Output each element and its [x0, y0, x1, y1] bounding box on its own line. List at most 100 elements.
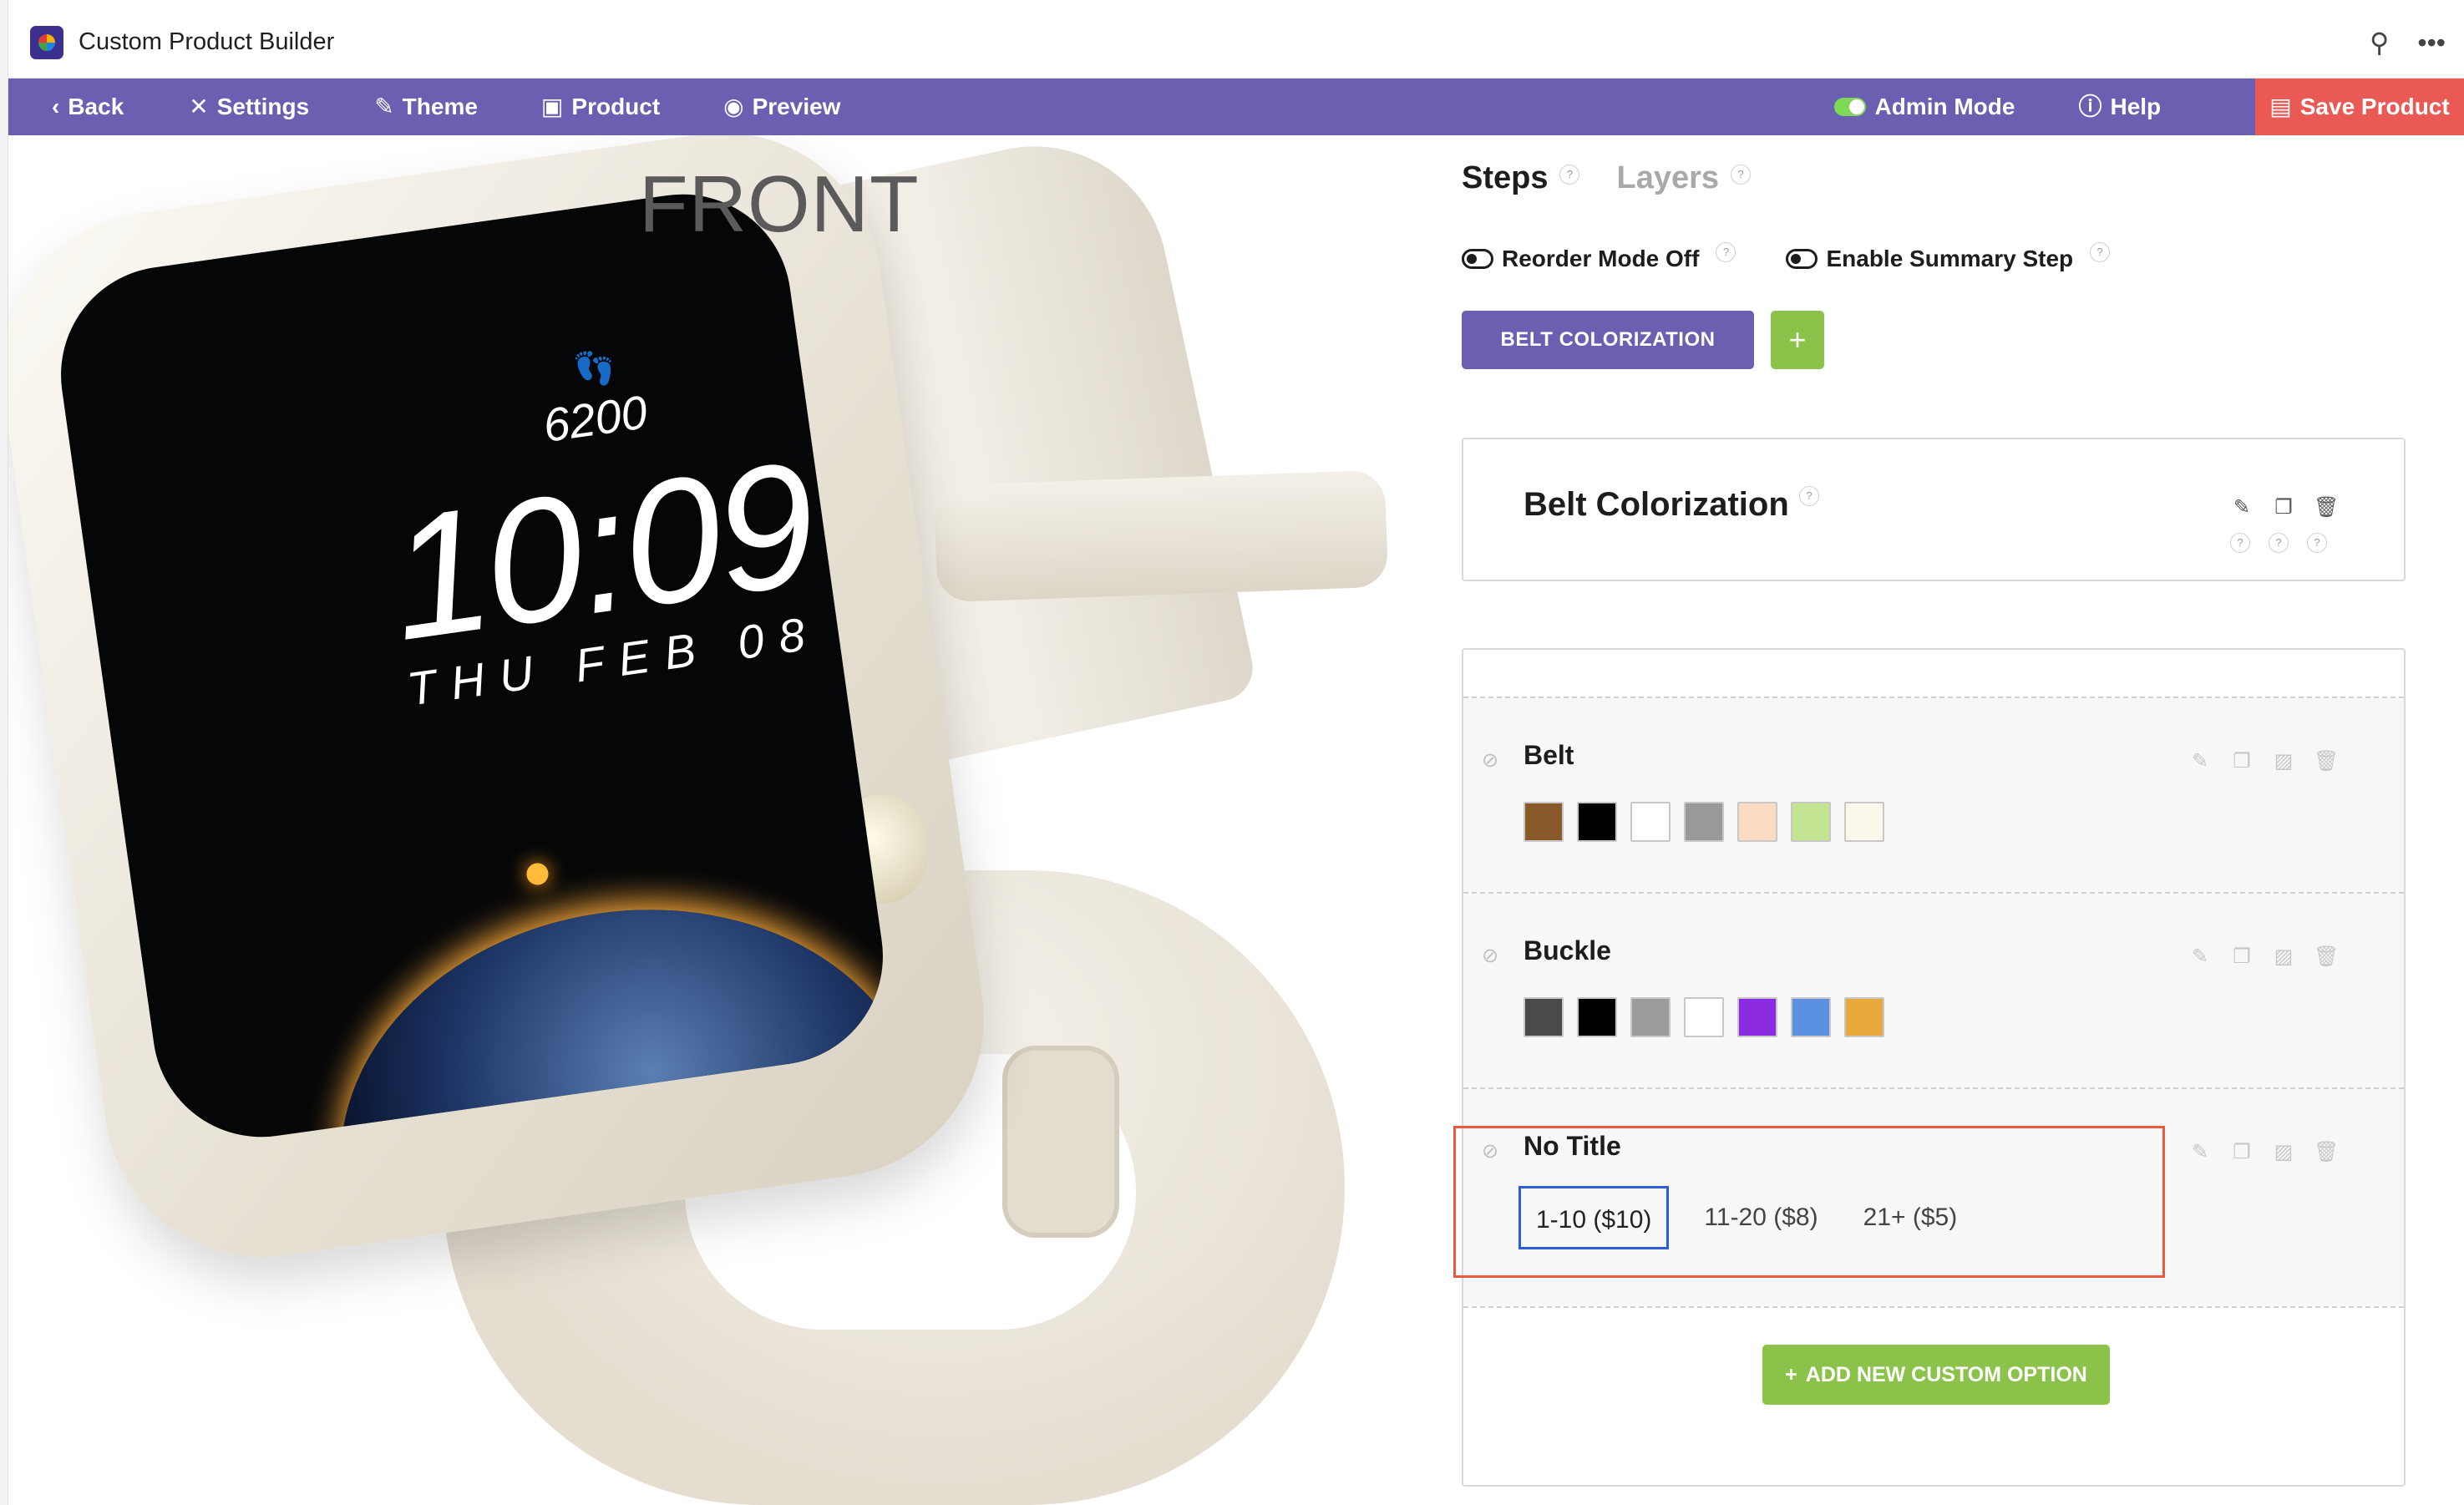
visibility-off-icon[interactable]: ⊘	[1482, 1139, 1498, 1163]
color-swatch[interactable]	[1577, 997, 1617, 1037]
color-swatch[interactable]	[1791, 997, 1831, 1037]
plus-icon: +	[1785, 1362, 1797, 1386]
settings-button[interactable]: ✕ Settings	[189, 79, 309, 135]
color-swatch[interactable]	[1577, 802, 1617, 842]
window-titlebar: Custom Product Builder ⚲ •••	[8, 7, 2464, 79]
help-icon[interactable]: ?	[2269, 533, 2289, 553]
image-icon[interactable]: ▨	[2272, 1141, 2295, 1164]
reorder-mode-toggle[interactable]: Reorder Mode Off	[1462, 246, 1699, 272]
preview-button[interactable]: ◉ Preview	[723, 79, 840, 135]
color-swatch[interactable]	[1737, 997, 1777, 1037]
belt-swatches	[1524, 802, 1884, 842]
duplicate-icon[interactable]: ❐	[2230, 945, 2254, 969]
help-icon[interactable]: ?	[2230, 533, 2250, 553]
visibility-off-icon[interactable]: ⊘	[1482, 748, 1498, 773]
tab-steps[interactable]: Steps	[1462, 160, 1548, 196]
save-icon: ▤	[2269, 94, 2292, 119]
color-swatch[interactable]	[1524, 997, 1564, 1037]
help-icon: ⓘ	[2078, 94, 2102, 119]
product-label: Product	[571, 94, 661, 119]
pin-icon[interactable]: ⚲	[2370, 29, 2389, 56]
help-icon[interactable]: ?	[2090, 242, 2111, 262]
app-logo-icon	[30, 25, 63, 59]
delete-icon[interactable]: 🗑	[2314, 945, 2339, 969]
toggle-off-icon	[1462, 249, 1493, 269]
image-icon[interactable]: ▨	[2272, 750, 2295, 773]
more-icon[interactable]: •••	[2417, 29, 2446, 56]
product-canvas[interactable]: 👣 6200 10:09 THU FEB 08 FRONT	[8, 135, 1428, 1505]
visibility-off-icon[interactable]: ⊘	[1482, 944, 1498, 968]
builder-panel: Steps ? Layers ? Reorder Mode Off ? Enab…	[1453, 135, 2422, 1505]
color-swatch[interactable]	[1630, 802, 1671, 842]
option-no-title[interactable]: ⊘ No Title ✎ ❐ ▨ 🗑 1-10 ($10) 11-20 ($8)…	[1453, 1087, 2404, 1306]
help-label: Help	[2110, 94, 2162, 119]
color-swatch[interactable]	[1844, 997, 1884, 1037]
product-button[interactable]: ▣ Product	[541, 79, 660, 135]
color-swatch[interactable]	[1737, 802, 1777, 842]
back-label: Back	[68, 94, 124, 119]
help-icon[interactable]: ?	[2307, 533, 2327, 553]
add-step-button[interactable]: +	[1771, 311, 1824, 369]
view-label: FRONT	[639, 160, 920, 249]
toggle-on-icon	[1834, 98, 1867, 116]
color-swatch[interactable]	[1684, 997, 1724, 1037]
theme-button[interactable]: ✎ Theme	[374, 79, 478, 135]
option-title: Buckle	[1524, 935, 1611, 965]
help-button[interactable]: ⓘ Help	[2078, 79, 2161, 135]
back-button[interactable]: ‹ Back	[52, 79, 124, 135]
help-icon[interactable]: ?	[1799, 486, 1819, 506]
buckle-swatches	[1524, 997, 1884, 1037]
edit-icon[interactable]: ✎	[2188, 1141, 2212, 1164]
watch-buckle	[1002, 1046, 1119, 1238]
step-tab-belt-colorization[interactable]: BELT COLORIZATION	[1462, 311, 1754, 369]
color-swatch[interactable]	[1791, 802, 1831, 842]
summary-step-label: Enable Summary Step	[1826, 246, 2074, 271]
admin-mode-label: Admin Mode	[1874, 94, 2015, 119]
delete-icon[interactable]: 🗑	[2314, 1141, 2339, 1164]
delete-icon[interactable]: 🗑	[2314, 496, 2339, 519]
toggle-off-icon	[1786, 249, 1818, 269]
color-swatch[interactable]	[1524, 802, 1564, 842]
color-swatch[interactable]	[1844, 802, 1884, 842]
footsteps-icon: 👣	[571, 347, 618, 391]
help-icon[interactable]: ?	[1559, 164, 1580, 185]
choice-1-10[interactable]: 1-10 ($10)	[1518, 1186, 1670, 1249]
option-belt[interactable]: ⊘ Belt ✎ ❐ ▨ 🗑	[1463, 697, 2404, 892]
preview-label: Preview	[752, 94, 841, 119]
step-title: Belt Colorization	[1524, 486, 1789, 523]
duplicate-icon[interactable]: ❐	[2230, 1141, 2254, 1164]
duplicate-icon[interactable]: ❐	[2272, 496, 2295, 519]
duplicate-icon[interactable]: ❐	[2230, 750, 2254, 773]
left-edge	[0, 0, 8, 1505]
help-icon[interactable]: ?	[1731, 164, 1752, 185]
brush-icon: ✎	[374, 94, 394, 119]
add-custom-option-button[interactable]: + ADD NEW CUSTOM OPTION	[1762, 1345, 2110, 1405]
option-buckle[interactable]: ⊘ Buckle ✎ ❐ ▨ 🗑	[1463, 892, 2404, 1087]
edit-icon[interactable]: ✎	[2188, 750, 2212, 773]
delete-icon[interactable]: 🗑	[2314, 750, 2339, 773]
image-icon[interactable]: ▨	[2272, 945, 2295, 969]
custom-options-list: ⊘ Belt ✎ ❐ ▨ 🗑 ⊘ Buckle ✎ ❐ ▨ 🗑 ⊘ No Tit…	[1453, 648, 2406, 1487]
help-icon[interactable]: ?	[1716, 242, 1736, 262]
admin-mode-toggle[interactable]: Admin Mode	[1834, 79, 2015, 135]
summary-step-toggle[interactable]: Enable Summary Step	[1786, 246, 2073, 272]
edit-icon[interactable]: ✎	[2188, 945, 2212, 969]
tab-layers[interactable]: Layers	[1616, 160, 1719, 196]
chevron-left-icon: ‹	[52, 94, 60, 119]
main-toolbar: ‹ Back ✕ Settings ✎ Theme ▣ Product ◉ Pr…	[8, 79, 2464, 135]
save-product-button[interactable]: ▤ Save Product	[2255, 79, 2464, 135]
choice-21-plus[interactable]: 21+ ($5)	[1853, 1186, 1968, 1249]
bag-icon: ▣	[540, 94, 564, 119]
choice-11-20[interactable]: 11-20 ($8)	[1694, 1186, 1828, 1249]
add-option-label: ADD NEW CUSTOM OPTION	[1805, 1362, 2087, 1386]
watch-screen: 👣 6200 10:09 THU FEB 08	[47, 180, 897, 1152]
window-title: Custom Product Builder	[79, 28, 335, 55]
strap-loop	[933, 469, 1389, 603]
watch-sun	[525, 861, 550, 887]
option-title: No Title	[1524, 1131, 1621, 1161]
edit-icon[interactable]: ✎	[2230, 496, 2254, 519]
color-swatch[interactable]	[1684, 802, 1724, 842]
color-swatch[interactable]	[1630, 997, 1671, 1037]
option-title: Belt	[1524, 740, 1574, 770]
theme-label: Theme	[402, 94, 478, 119]
